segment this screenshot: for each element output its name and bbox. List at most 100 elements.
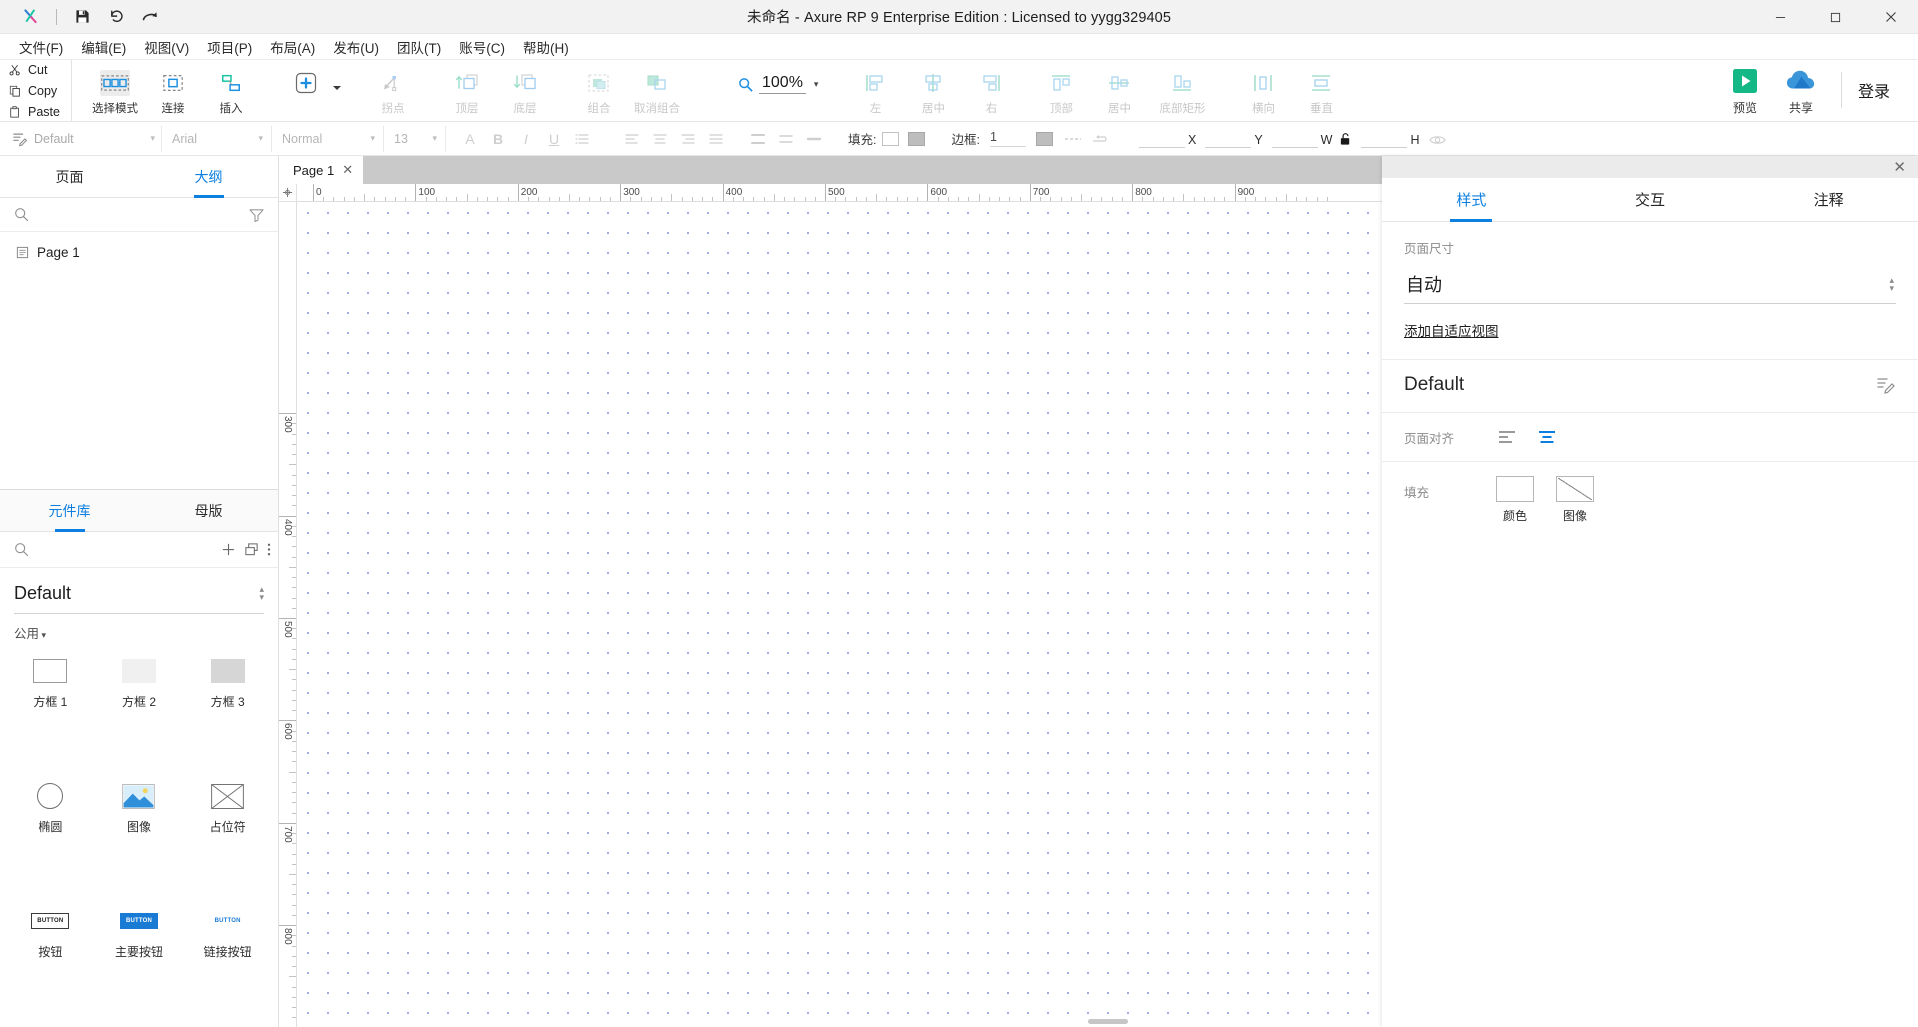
close-button[interactable] xyxy=(1863,0,1918,34)
chevron-down-icon[interactable]: ▾ xyxy=(432,133,437,144)
bend-point-button[interactable]: 拐点 xyxy=(364,66,422,116)
chevron-down-icon[interactable]: ▾ xyxy=(150,133,155,144)
send-back-button[interactable]: 底层 xyxy=(496,66,554,116)
filter-icon[interactable] xyxy=(249,208,264,222)
menu-team[interactable]: 团队(T) xyxy=(388,34,450,60)
italic-icon[interactable]: I xyxy=(512,126,540,152)
save-icon[interactable] xyxy=(65,2,99,32)
align-center-icon[interactable] xyxy=(646,126,674,152)
align-left-button[interactable]: 左 xyxy=(846,66,904,116)
minimize-button[interactable] xyxy=(1753,0,1808,34)
ungroup-button[interactable]: 取消组合 xyxy=(628,66,686,116)
y-input[interactable] xyxy=(1205,130,1252,148)
close-icon[interactable]: ✕ xyxy=(1893,160,1906,175)
page-tab-page1[interactable]: Page 1 ✕ xyxy=(279,156,364,184)
zoom-control[interactable]: 100% ▾ xyxy=(728,74,828,94)
close-icon[interactable]: ✕ xyxy=(342,162,353,178)
library-search-input[interactable] xyxy=(37,542,213,557)
fill-color-swatch[interactable] xyxy=(882,131,900,146)
duplicate-icon[interactable] xyxy=(244,538,259,562)
widget-box2[interactable]: 方框 2 xyxy=(95,652,184,763)
copy-button[interactable]: Copy xyxy=(8,81,71,100)
tab-outline[interactable]: 大纲 xyxy=(139,156,278,197)
preview-button[interactable]: 预览 xyxy=(1717,68,1773,116)
menu-view[interactable]: 视图(V) xyxy=(135,34,198,60)
distribute-horizontal-button[interactable]: 横向 xyxy=(1234,66,1292,116)
menu-help[interactable]: 帮助(H) xyxy=(514,34,578,60)
menu-project[interactable]: 项目(P) xyxy=(198,34,261,60)
bullet-icon[interactable] xyxy=(800,126,828,152)
w-input[interactable] xyxy=(1271,130,1318,148)
library-selector[interactable]: Default ▴ ▾ xyxy=(14,574,264,614)
outline-search-input[interactable] xyxy=(37,207,241,222)
widget-style-selector[interactable]: Default ▾ xyxy=(12,125,162,152)
tab-interactions[interactable]: 交互 xyxy=(1561,178,1740,221)
font-size-selector[interactable]: 13 ▾ xyxy=(384,125,446,152)
more-options-icon[interactable] xyxy=(267,538,271,562)
align-page-center-icon[interactable] xyxy=(1536,427,1558,447)
h-input[interactable] xyxy=(1361,130,1408,148)
visibility-icon[interactable] xyxy=(1428,134,1446,148)
text-color-icon[interactable]: A xyxy=(456,126,484,152)
align-top-button[interactable]: 顶部 xyxy=(1032,66,1090,116)
paste-button[interactable]: Paste xyxy=(8,102,71,121)
widget-placeholder[interactable]: 占位符 xyxy=(183,777,272,888)
bold-icon[interactable]: B xyxy=(484,126,512,152)
connect-button[interactable]: 连接 xyxy=(144,66,202,116)
undo-icon[interactable] xyxy=(99,2,133,32)
x-input[interactable] xyxy=(1138,130,1185,148)
lock-icon[interactable] xyxy=(1339,132,1352,148)
redo-icon[interactable] xyxy=(133,2,167,32)
border-style-icon[interactable] xyxy=(1059,126,1087,152)
font-family-selector[interactable]: Arial ▾ xyxy=(162,125,272,152)
line-spacing-icon[interactable] xyxy=(744,126,772,152)
menu-publish[interactable]: 发布(U) xyxy=(324,34,388,60)
page-size-selector[interactable]: 自动 ▴ ▾ xyxy=(1404,267,1896,304)
arrow-style-icon[interactable] xyxy=(1087,126,1115,152)
select-mode-button[interactable]: 选择模式 xyxy=(86,66,144,116)
font-weight-selector[interactable]: Normal ▾ xyxy=(272,125,384,152)
align-right-icon[interactable] xyxy=(674,126,702,152)
cut-button[interactable]: Cut xyxy=(8,60,71,79)
tab-widget-library[interactable]: 元件库 xyxy=(0,490,139,531)
maximize-button[interactable] xyxy=(1808,0,1863,34)
align-center-button[interactable]: 居中 xyxy=(904,66,962,116)
menu-edit[interactable]: 编辑(E) xyxy=(72,34,135,60)
list-icon[interactable] xyxy=(568,126,596,152)
library-spinner-icon[interactable]: ▴ ▾ xyxy=(259,585,264,602)
group-button[interactable]: 组合 xyxy=(570,66,628,116)
align-bottom-button[interactable]: 底部矩形 xyxy=(1148,66,1216,116)
border-color-swatch[interactable] xyxy=(1035,131,1053,146)
menu-file[interactable]: 文件(F) xyxy=(10,34,72,60)
chevron-down-icon[interactable]: ▾ xyxy=(370,133,375,144)
align-right-button[interactable]: 右 xyxy=(962,66,1020,116)
align-justify-icon[interactable] xyxy=(702,126,730,152)
tab-masters[interactable]: 母版 xyxy=(139,490,278,531)
tab-pages[interactable]: 页面 xyxy=(0,156,139,197)
add-widget-button[interactable] xyxy=(284,66,328,96)
login-button[interactable]: 登录 xyxy=(1854,68,1904,102)
menu-account[interactable]: 账号(C) xyxy=(450,34,514,60)
underline-icon[interactable]: U xyxy=(540,126,568,152)
align-page-left-icon[interactable] xyxy=(1496,427,1518,447)
edit-style-icon[interactable] xyxy=(1876,375,1896,395)
widget-primary-button[interactable]: BUTTON 主要按钮 xyxy=(95,902,184,1013)
ruler-corner[interactable] xyxy=(279,184,297,202)
add-library-icon[interactable] xyxy=(221,538,236,562)
tab-style[interactable]: 样式 xyxy=(1382,178,1561,221)
page-size-spinner-icon[interactable]: ▴ ▾ xyxy=(1889,275,1894,292)
add-widget-caret[interactable] xyxy=(328,66,346,96)
widget-button[interactable]: BUTTON 按钮 xyxy=(6,902,95,1013)
align-left-icon[interactable] xyxy=(618,126,646,152)
fill-gradient-swatch[interactable] xyxy=(908,131,926,146)
widget-link-button[interactable]: BUTTON 链接按钮 xyxy=(183,902,272,1013)
fill-color-option[interactable]: 颜色 xyxy=(1496,476,1534,524)
widget-box3[interactable]: 方框 3 xyxy=(183,652,272,763)
vertical-ruler[interactable]: 300 400 500 600 700 800 xyxy=(279,202,297,1027)
fill-image-option[interactable]: 图像 xyxy=(1556,476,1594,524)
outline-item-page1[interactable]: Page 1 xyxy=(0,241,278,264)
bring-front-button[interactable]: 顶层 xyxy=(438,66,496,116)
zoom-value[interactable]: 100% xyxy=(759,74,806,94)
widget-ellipse[interactable]: 椭圆 xyxy=(6,777,95,888)
distribute-vertical-button[interactable]: 垂直 xyxy=(1292,66,1350,116)
